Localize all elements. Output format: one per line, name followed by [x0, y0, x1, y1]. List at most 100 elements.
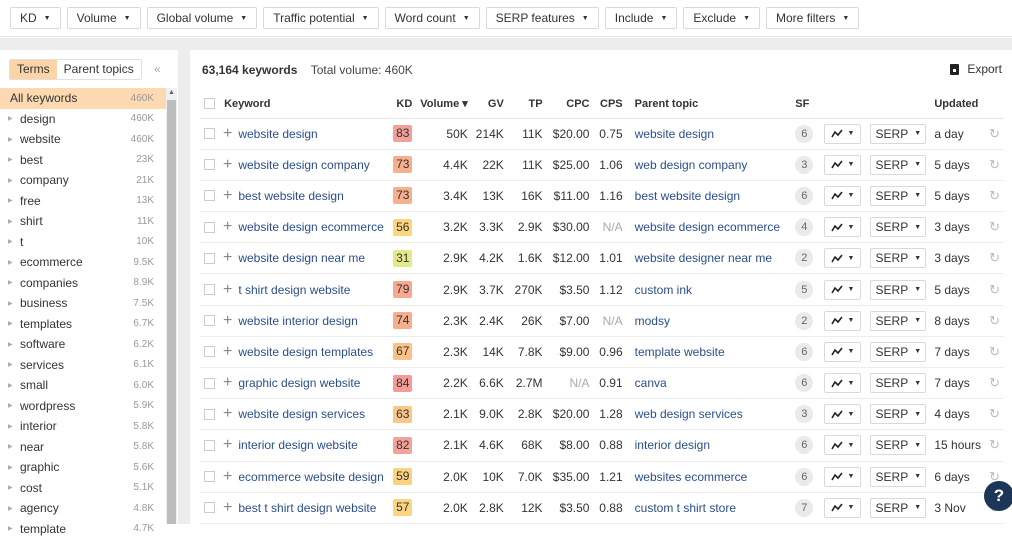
trend-button[interactable]: ▼ [824, 311, 861, 331]
filter-volume-button[interactable]: Volume▼ [67, 7, 141, 29]
keyword-link[interactable]: website design services [238, 407, 365, 421]
keyword-link[interactable]: ecommerce website design [238, 470, 383, 484]
refresh-icon[interactable]: ↻ [989, 188, 1000, 203]
serp-features-count[interactable]: 6 [795, 374, 813, 392]
add-to-list-icon[interactable]: + [223, 249, 232, 266]
scroll-up-icon[interactable]: ▲ [168, 89, 175, 96]
parent-topic-link[interactable]: website design ecommerce [635, 220, 780, 234]
expand-arrow-icon[interactable]: ▶ [8, 484, 20, 491]
collapse-sidebar-icon[interactable]: « [154, 62, 161, 76]
select-all-checkbox[interactable] [204, 98, 215, 109]
term-item[interactable]: ▶interior5.8K [0, 416, 166, 437]
expand-arrow-icon[interactable]: ▶ [8, 361, 20, 368]
serp-features-count[interactable]: 6 [795, 468, 813, 486]
filter-traffic-potential-button[interactable]: Traffic potential▼ [263, 7, 378, 29]
parent-topic-link[interactable]: custom ink [635, 283, 692, 297]
expand-arrow-icon[interactable]: ▶ [8, 136, 20, 143]
parent-topic-link[interactable]: interior design [635, 438, 710, 452]
row-checkbox[interactable] [204, 346, 215, 357]
term-item[interactable]: ▶design460K [0, 109, 166, 130]
row-checkbox[interactable] [204, 440, 215, 451]
row-checkbox[interactable] [204, 471, 215, 482]
trend-button[interactable]: ▼ [824, 155, 861, 175]
add-to-list-icon[interactable]: + [223, 343, 232, 360]
trend-button[interactable]: ▼ [824, 467, 861, 487]
keyword-link[interactable]: best website design [238, 189, 343, 203]
header-volume[interactable]: Volume ▾ [416, 90, 472, 118]
trend-button[interactable]: ▼ [824, 373, 861, 393]
keyword-link[interactable]: website interior design [238, 314, 357, 328]
expand-arrow-icon[interactable]: ▶ [8, 177, 20, 184]
sidebar-scrollbar[interactable]: ▲ [166, 88, 177, 524]
trend-button[interactable]: ▼ [824, 435, 861, 455]
serp-button[interactable]: SERP▼ [870, 435, 926, 455]
keyword-link[interactable]: website design [238, 127, 317, 141]
serp-button[interactable]: SERP▼ [870, 217, 926, 237]
filter-more-filters-button[interactable]: More filters▼ [766, 7, 859, 29]
filter-kd-button[interactable]: KD▼ [10, 7, 61, 29]
add-to-list-icon[interactable]: + [223, 125, 232, 142]
trend-button[interactable]: ▼ [824, 248, 861, 268]
term-item[interactable]: ▶cost5.1K [0, 478, 166, 499]
keyword-link[interactable]: website design near me [238, 251, 365, 265]
serp-features-count[interactable]: 4 [795, 218, 813, 236]
parent-topic-link[interactable]: canva [635, 376, 667, 390]
refresh-icon[interactable]: ↻ [989, 344, 1000, 359]
add-to-list-icon[interactable]: + [223, 281, 232, 298]
parent-topic-link[interactable]: web design company [635, 158, 748, 172]
tab-terms[interactable]: Terms [10, 60, 57, 79]
term-item[interactable]: ▶shirt11K [0, 211, 166, 232]
term-item[interactable]: ▶wordpress5.9K [0, 396, 166, 417]
expand-arrow-icon[interactable]: ▶ [8, 320, 20, 327]
serp-features-count[interactable]: 2 [795, 312, 813, 330]
refresh-icon[interactable]: ↻ [989, 282, 1000, 297]
row-checkbox[interactable] [204, 128, 215, 139]
header-cps[interactable]: CPS [593, 90, 626, 118]
refresh-icon[interactable]: ↻ [989, 375, 1000, 390]
refresh-icon[interactable]: ↻ [989, 219, 1000, 234]
add-to-list-icon[interactable]: + [223, 405, 232, 422]
parent-topic-link[interactable]: custom t shirt store [635, 501, 736, 515]
serp-features-count[interactable]: 3 [795, 156, 813, 174]
serp-features-count[interactable]: 5 [795, 281, 813, 299]
refresh-icon[interactable]: ↻ [989, 313, 1000, 328]
serp-button[interactable]: SERP▼ [870, 124, 926, 144]
term-item[interactable]: ▶services6.1K [0, 355, 166, 376]
trend-button[interactable]: ▼ [824, 217, 861, 237]
keyword-link[interactable]: graphic design website [238, 376, 360, 390]
header-kd[interactable]: KD [389, 90, 416, 118]
term-item[interactable]: ▶best23K [0, 150, 166, 171]
serp-button[interactable]: SERP▼ [870, 280, 926, 300]
row-checkbox[interactable] [204, 190, 215, 201]
term-item[interactable]: ▶t10K [0, 232, 166, 253]
export-button[interactable]: Export [950, 62, 1002, 76]
header-parent-topic[interactable]: Parent topic [627, 90, 792, 118]
serp-button[interactable]: SERP▼ [870, 155, 926, 175]
term-item[interactable]: ▶agency4.8K [0, 498, 166, 519]
add-to-list-icon[interactable]: + [223, 499, 232, 516]
expand-arrow-icon[interactable]: ▶ [8, 505, 20, 512]
expand-arrow-icon[interactable]: ▶ [8, 382, 20, 389]
serp-button[interactable]: SERP▼ [870, 248, 926, 268]
row-checkbox[interactable] [204, 284, 215, 295]
expand-arrow-icon[interactable]: ▶ [8, 423, 20, 430]
expand-arrow-icon[interactable]: ▶ [8, 279, 20, 286]
row-checkbox[interactable] [204, 159, 215, 170]
keyword-link[interactable]: interior design website [238, 438, 357, 452]
row-checkbox[interactable] [204, 502, 215, 513]
scroll-thumb[interactable] [167, 100, 176, 524]
keyword-link[interactable]: best t shirt design website [238, 501, 376, 515]
term-item-all-keywords[interactable]: All keywords 460K [0, 88, 166, 109]
add-to-list-icon[interactable]: + [223, 312, 232, 329]
refresh-icon[interactable]: ↻ [989, 126, 1000, 141]
term-item[interactable]: ▶business7.5K [0, 293, 166, 314]
serp-button[interactable]: SERP▼ [870, 467, 926, 487]
add-to-list-icon[interactable]: + [223, 187, 232, 204]
serp-button[interactable]: SERP▼ [870, 498, 926, 518]
refresh-icon[interactable]: ↻ [989, 406, 1000, 421]
help-button[interactable]: ? [984, 481, 1012, 511]
filter-include-button[interactable]: Include▼ [605, 7, 678, 29]
expand-arrow-icon[interactable]: ▶ [8, 300, 20, 307]
header-cpc[interactable]: CPC [547, 90, 594, 118]
row-checkbox[interactable] [204, 378, 215, 389]
